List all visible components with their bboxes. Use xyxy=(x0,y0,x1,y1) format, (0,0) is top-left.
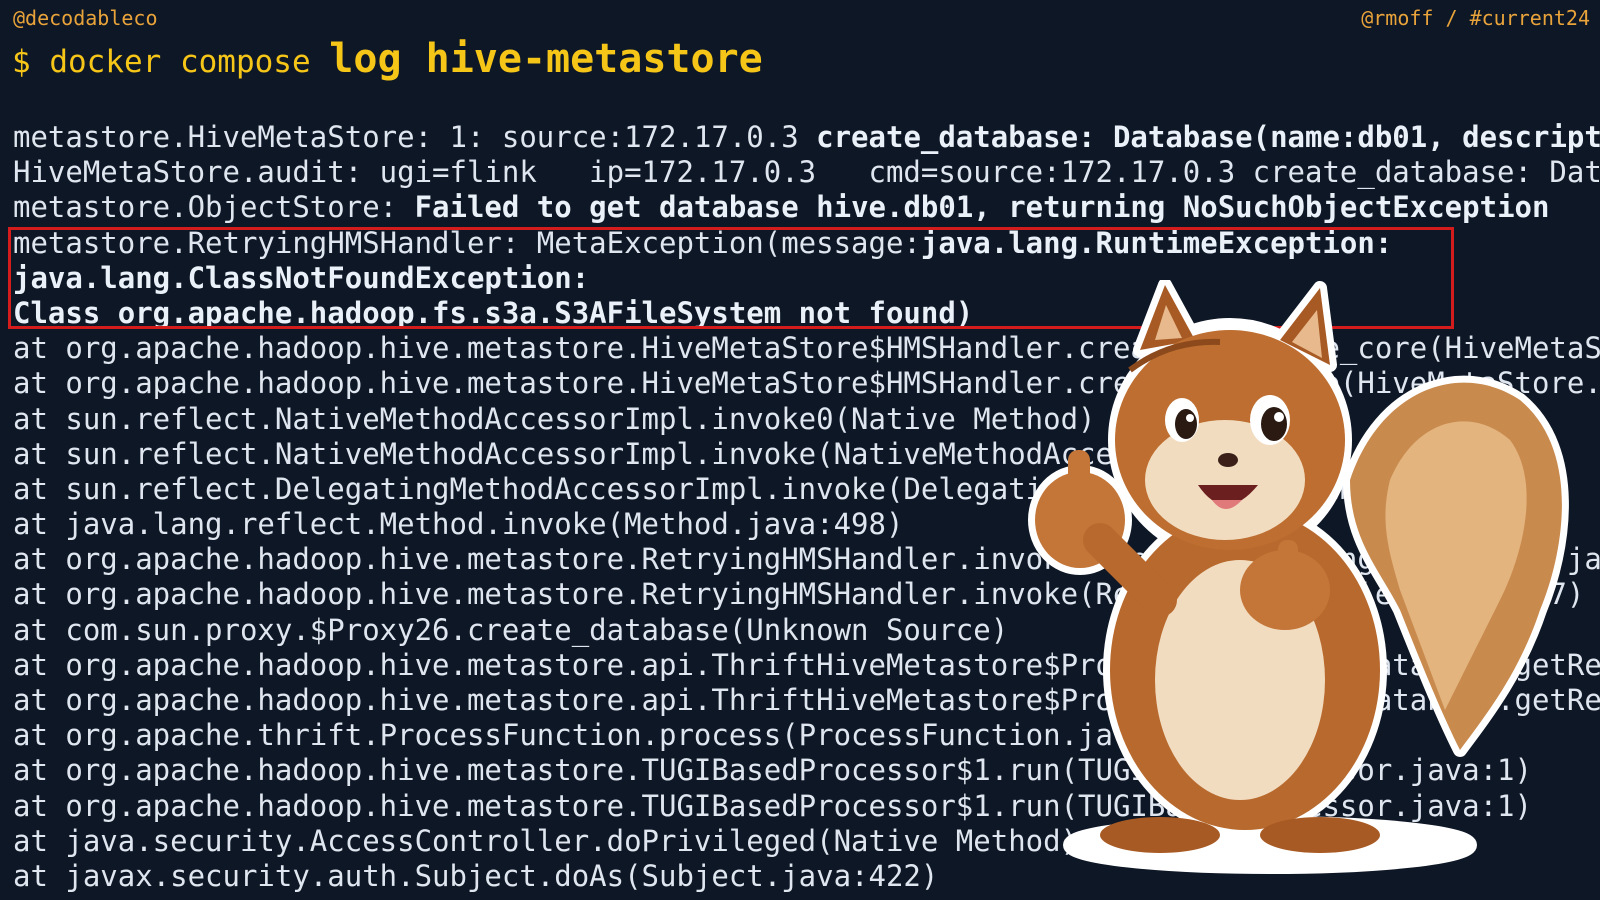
twitter-handle-left: @decodableco xyxy=(13,6,158,30)
log-line: metastore.HiveMetaStore: 1: source:172.1… xyxy=(13,120,1600,155)
terminal-command: $ docker compose log hive-metastore xyxy=(12,36,763,82)
log-line-text: metastore.ObjectStore: xyxy=(13,190,415,225)
log-line: metastore.ObjectStore: Failed to get dat… xyxy=(13,190,1600,225)
squirrel-thumbs-up-icon xyxy=(1028,280,1569,874)
log-line-text: metastore.HiveMetaStore: 1: source:172.1… xyxy=(13,120,817,154)
log-line: HiveMetaStore.audit: ugi=flink ip=172.17… xyxy=(13,155,1600,190)
command-main: log hive-metastore xyxy=(329,36,763,82)
twitter-handle-right: @rmoff / #current24 xyxy=(1361,6,1590,30)
log-line-emphasis: Failed to get database hive.db01, return… xyxy=(414,190,1550,225)
command-prompt: $ docker compose xyxy=(12,44,330,80)
log-line-emphasis: create_database: Database(name:db01, des… xyxy=(816,120,1600,154)
slide: @decodableco @rmoff / #current24 $ docke… xyxy=(0,0,1600,900)
